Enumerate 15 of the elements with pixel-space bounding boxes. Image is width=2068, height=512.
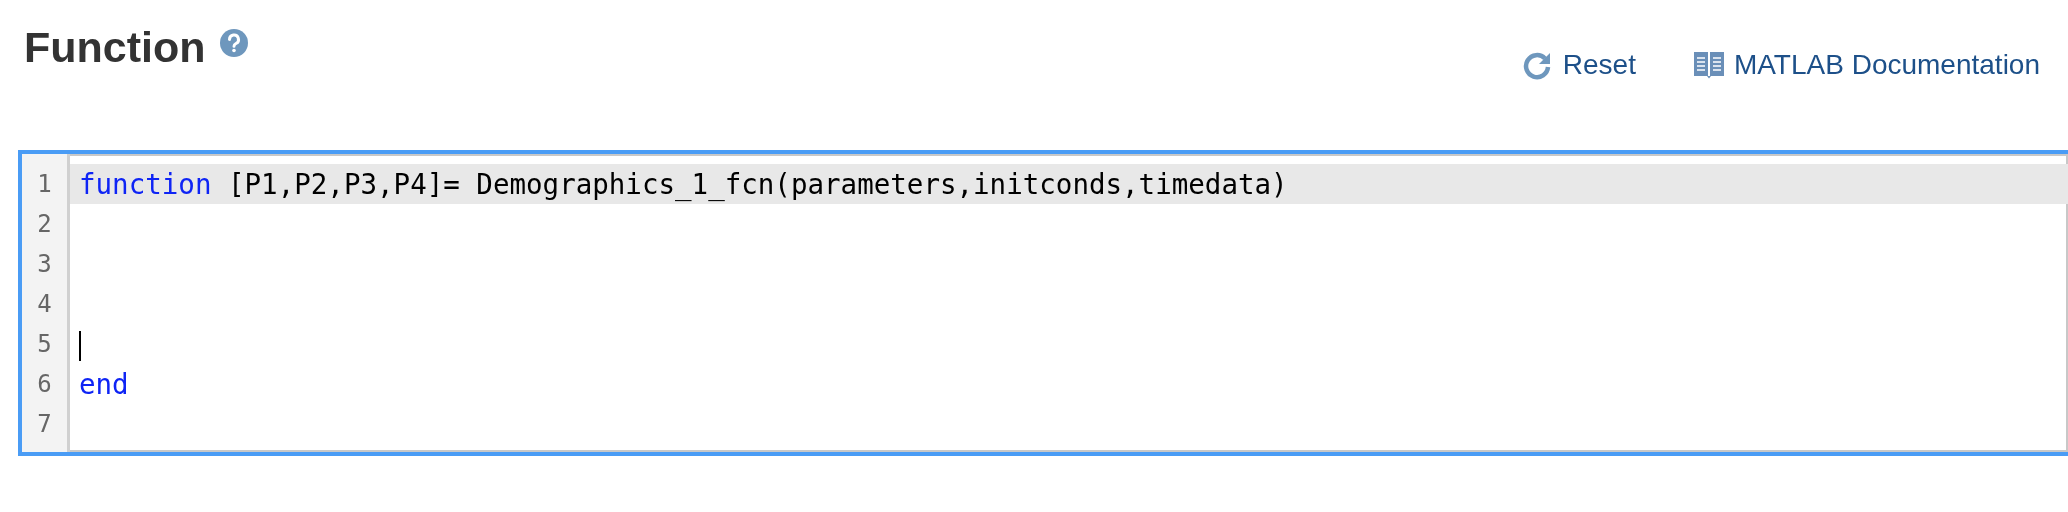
line-number: 1: [36, 169, 53, 200]
line-number: 5: [36, 329, 53, 360]
page-title: Function: [24, 22, 206, 73]
reset-link[interactable]: Reset: [1520, 48, 1636, 82]
line-number: 3: [36, 249, 53, 280]
code-line: end: [79, 368, 129, 400]
help-icon[interactable]: [219, 28, 248, 57]
code-editor[interactable]: 1 2 3 4 5 6 7 function [P1,P2,P3,P4]= Demographics_1_fcn(parameters,initconds,timedata) end: [18, 150, 2068, 456]
book-icon: [1693, 50, 1724, 79]
line-number: 4: [36, 289, 53, 320]
code-line: function [P1,P2,P3,P4]= Demographics_1_fcn(parameters,initconds,timedata): [79, 168, 1288, 200]
documentation-link[interactable]: MATLAB Documentation: [1693, 48, 2040, 82]
line-number: 6: [36, 369, 53, 400]
line-number: 2: [36, 209, 53, 240]
line-number: 7: [36, 409, 53, 440]
